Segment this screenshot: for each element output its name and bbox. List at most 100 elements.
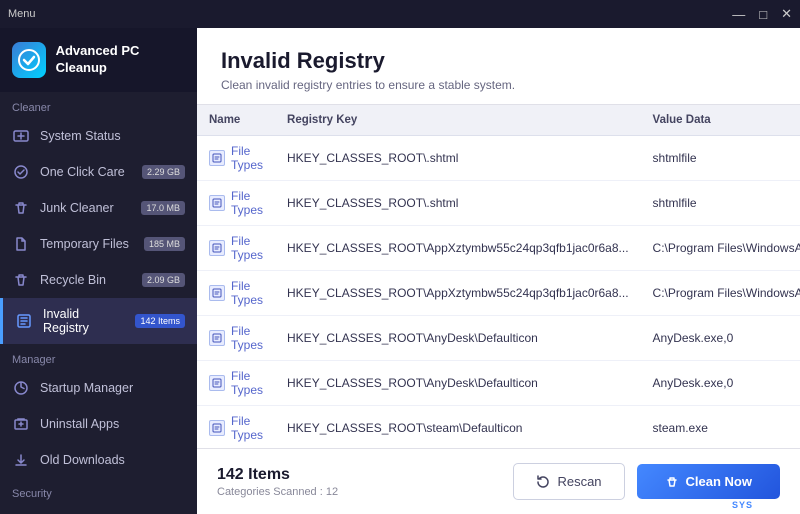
cell-value-data: shtmlfile: [641, 181, 800, 226]
registry-table-container: Name Registry Key Value Data File: [197, 105, 800, 448]
section-security: Security: [0, 478, 197, 504]
cell-name: File Types: [197, 226, 275, 271]
cell-value-data: C:\Program Files\WindowsApps\...: [641, 226, 800, 271]
section-cleaner: Cleaner: [0, 92, 197, 118]
app-logo: [12, 42, 46, 78]
sidebar-item-startup-manager[interactable]: Startup Manager: [0, 370, 197, 406]
table-row: File Types HKEY_CLASSES_ROOT\steam\Defau…: [197, 406, 800, 449]
cell-registry-key: HKEY_CLASSES_ROOT\AnyDesk\Defaulticon: [275, 361, 641, 406]
one-click-care-icon: [12, 163, 30, 181]
sidebar-item-uninstall-apps[interactable]: Uninstall Apps: [0, 406, 197, 442]
startup-manager-label: Startup Manager: [40, 381, 133, 395]
recycle-bin-label: Recycle Bin: [40, 273, 106, 287]
watermark: SYSTWEAK: [732, 500, 790, 510]
junk-cleaner-icon: [12, 199, 30, 217]
sidebar-item-system-status[interactable]: System Status: [0, 118, 197, 154]
footer-actions: Rescan Clean Now: [513, 463, 780, 500]
registry-file-icon: [209, 240, 225, 256]
content-footer: 142 Items Categories Scanned : 12 Rescan…: [197, 448, 800, 514]
system-status-icon: [12, 127, 30, 145]
table-row: File Types HKEY_CLASSES_ROOT\.shtml shtm…: [197, 136, 800, 181]
cell-registry-key: HKEY_CLASSES_ROOT\AppXztymbw55c24qp3qfb1…: [275, 271, 641, 316]
table-row: File Types HKEY_CLASSES_ROOT\AppXztymbw5…: [197, 226, 800, 271]
clean-now-button[interactable]: Clean Now: [637, 464, 780, 499]
cell-registry-key: HKEY_CLASSES_ROOT\AnyDesk\Defaulticon: [275, 316, 641, 361]
rescan-button[interactable]: Rescan: [513, 463, 624, 500]
window-controls: — □ ✕: [732, 6, 792, 22]
cell-name: File Types: [197, 271, 275, 316]
registry-file-icon: [209, 375, 225, 391]
close-button[interactable]: ✕: [781, 6, 792, 22]
sidebar-item-junk-cleaner[interactable]: Junk Cleaner 17.0 MB: [0, 190, 197, 226]
invalid-registry-badge: 142 Items: [135, 314, 185, 328]
temporary-files-label: Temporary Files: [40, 237, 129, 251]
page-subtitle: Clean invalid registry entries to ensure…: [221, 78, 776, 92]
sidebar-item-invalid-registry[interactable]: Invalid Registry 142 Items: [0, 298, 197, 344]
sidebar: Advanced PC Cleanup Cleaner System Statu…: [0, 28, 197, 514]
sidebar-item-one-click-care[interactable]: One Click Care 2.29 GB: [0, 154, 197, 190]
temporary-files-icon: [12, 235, 30, 253]
recycle-bin-badge: 2.09 GB: [142, 273, 185, 287]
registry-file-icon: [209, 330, 225, 346]
sidebar-item-temporary-files[interactable]: Temporary Files 185 MB: [0, 226, 197, 262]
watermark-prefix: SYS: [732, 500, 753, 510]
table-header-row: Name Registry Key Value Data: [197, 105, 800, 136]
sidebar-item-recycle-bin[interactable]: Recycle Bin 2.09 GB: [0, 262, 197, 298]
invalid-registry-icon: [15, 312, 33, 330]
content-header: Invalid Registry Clean invalid registry …: [197, 28, 800, 105]
cell-name: File Types: [197, 406, 275, 449]
table-row: File Types HKEY_CLASSES_ROOT\AnyDesk\Def…: [197, 361, 800, 406]
page-title: Invalid Registry: [221, 48, 776, 74]
sidebar-item-old-downloads[interactable]: Old Downloads: [0, 442, 197, 478]
cell-value-data: AnyDesk.exe,0: [641, 361, 800, 406]
rescan-icon: [536, 475, 550, 489]
sidebar-header: Advanced PC Cleanup: [0, 28, 197, 92]
section-manager: Manager: [0, 344, 197, 370]
uninstall-apps-label: Uninstall Apps: [40, 417, 119, 431]
col-value-data: Value Data: [641, 105, 800, 136]
col-name: Name: [197, 105, 275, 136]
footer-info: 142 Items Categories Scanned : 12: [217, 466, 338, 498]
clean-now-label: Clean Now: [686, 474, 752, 489]
rescan-label: Rescan: [557, 474, 601, 489]
system-status-label: System Status: [40, 129, 121, 143]
invalid-registry-label: Invalid Registry: [43, 307, 125, 335]
titlebar: Menu — □ ✕: [0, 0, 800, 28]
junk-cleaner-badge: 17.0 MB: [141, 201, 185, 215]
maximize-button[interactable]: □: [759, 7, 767, 22]
table-row: File Types HKEY_CLASSES_ROOT\.shtml shtm…: [197, 181, 800, 226]
main-content: Invalid Registry Clean invalid registry …: [197, 28, 800, 514]
table-row: File Types HKEY_CLASSES_ROOT\AppXztymbw5…: [197, 271, 800, 316]
cell-name: File Types: [197, 181, 275, 226]
one-click-care-badge: 2.29 GB: [142, 165, 185, 179]
col-registry-key: Registry Key: [275, 105, 641, 136]
cell-registry-key: HKEY_CLASSES_ROOT\.shtml: [275, 136, 641, 181]
registry-file-icon: [209, 285, 225, 301]
clean-now-icon: [665, 475, 679, 489]
cell-value-data: AnyDesk.exe,0: [641, 316, 800, 361]
registry-file-icon: [209, 420, 225, 436]
startup-manager-icon: [12, 379, 30, 397]
recycle-bin-icon: [12, 271, 30, 289]
cell-name: File Types: [197, 316, 275, 361]
cell-registry-key: HKEY_CLASSES_ROOT\steam\Defaulticon: [275, 406, 641, 449]
minimize-button[interactable]: —: [732, 7, 745, 22]
menu-label[interactable]: Menu: [8, 8, 36, 20]
sidebar-item-malware-protection[interactable]: Malware Protection: [0, 504, 197, 514]
registry-file-icon: [209, 195, 225, 211]
cell-registry-key: HKEY_CLASSES_ROOT\.shtml: [275, 181, 641, 226]
watermark-suffix: TWEAK: [753, 500, 790, 510]
cell-registry-key: HKEY_CLASSES_ROOT\AppXztymbw55c24qp3qfb1…: [275, 226, 641, 271]
old-downloads-icon: [12, 451, 30, 469]
one-click-care-label: One Click Care: [40, 165, 125, 179]
table-row: File Types HKEY_CLASSES_ROOT\AnyDesk\Def…: [197, 316, 800, 361]
items-count: 142 Items: [217, 466, 338, 484]
registry-table: Name Registry Key Value Data File: [197, 105, 800, 448]
cell-name: File Types: [197, 136, 275, 181]
cell-name: File Types: [197, 361, 275, 406]
categories-scanned: Categories Scanned : 12: [217, 486, 338, 498]
junk-cleaner-label: Junk Cleaner: [40, 201, 114, 215]
old-downloads-label: Old Downloads: [40, 453, 125, 467]
temporary-files-badge: 185 MB: [144, 237, 185, 251]
cell-value-data: C:\Program Files\WindowsApps\...: [641, 271, 800, 316]
